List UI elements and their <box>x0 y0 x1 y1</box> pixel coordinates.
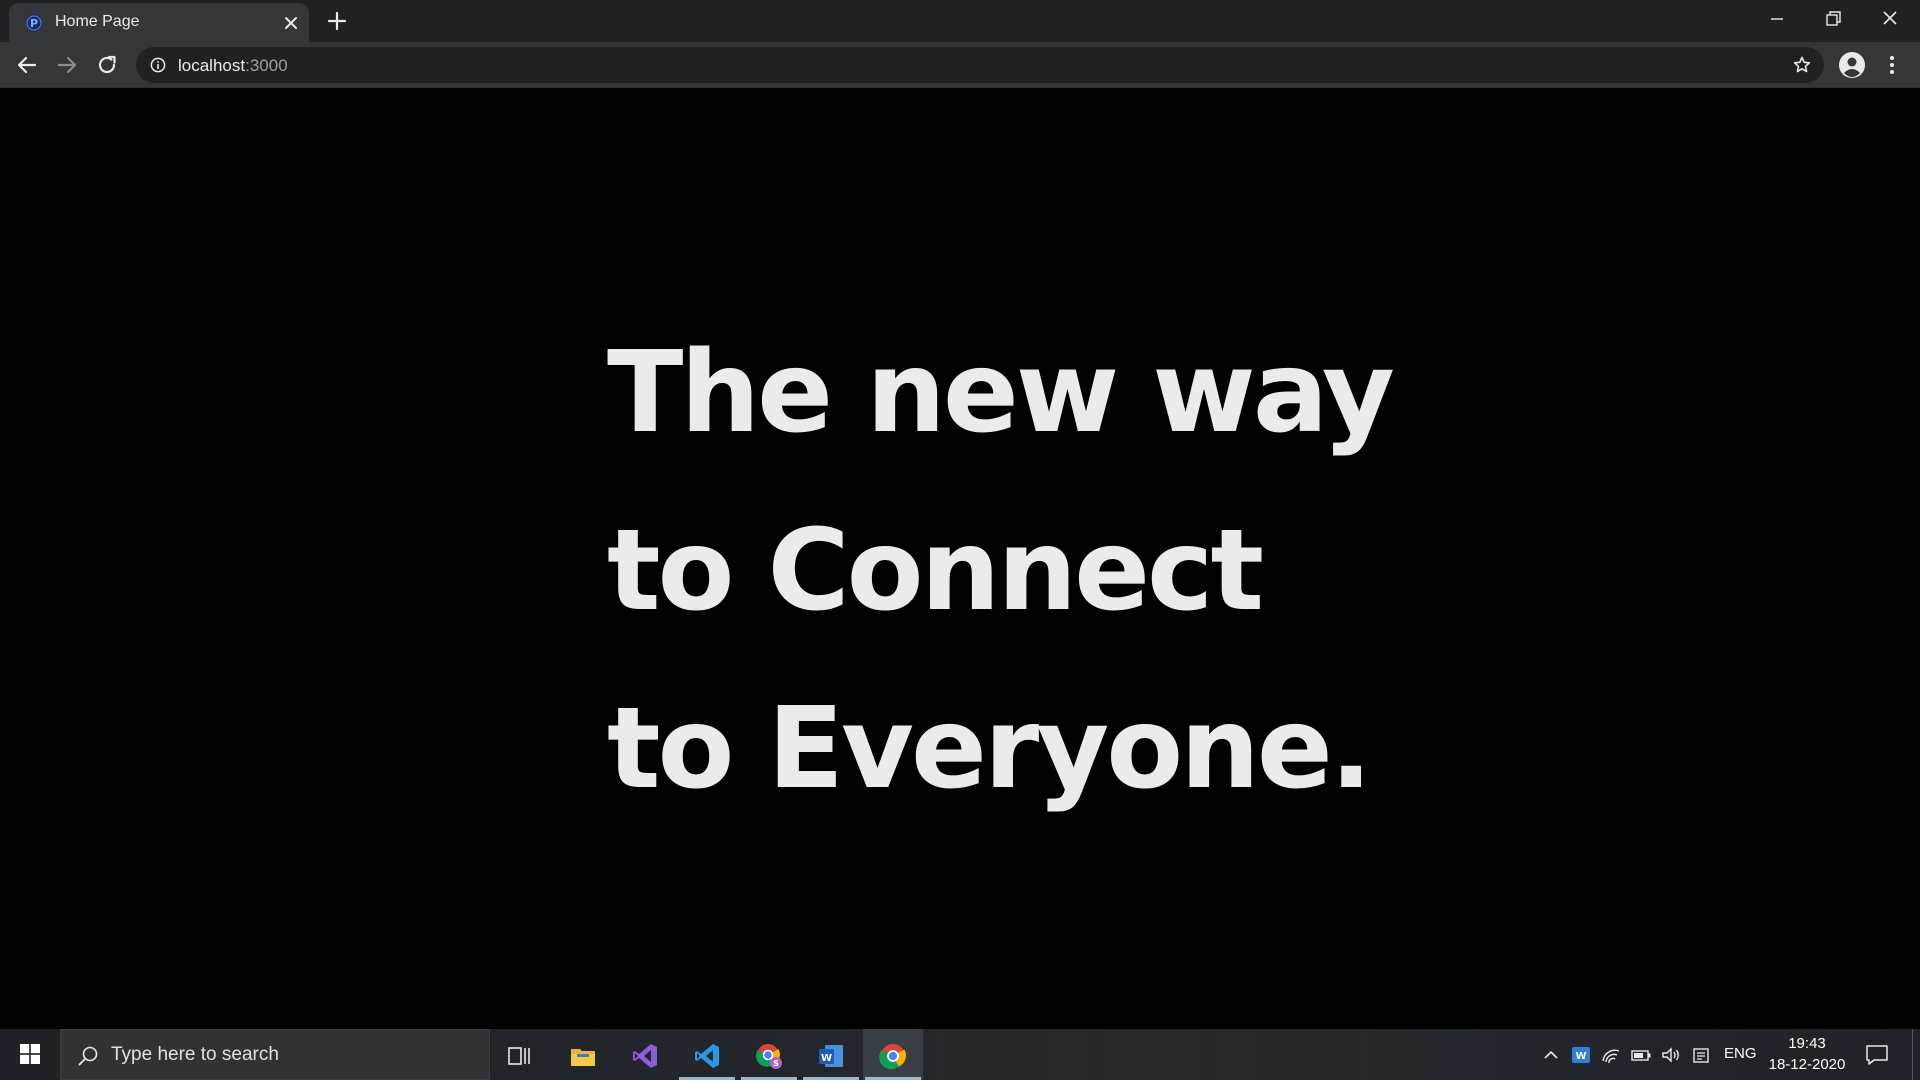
app-tray-icon[interactable]: W <box>1570 1044 1592 1066</box>
close-tab-icon[interactable] <box>282 14 300 32</box>
system-clock[interactable]: 19:43 18-12-2020 <box>1762 1033 1852 1075</box>
word-button[interactable]: W <box>801 1029 861 1080</box>
more-menu-icon[interactable] <box>1880 53 1904 77</box>
close-window-icon[interactable] <box>1873 6 1907 32</box>
input-indicator-icon[interactable] <box>1690 1044 1712 1066</box>
minimize-icon[interactable] <box>1760 6 1794 32</box>
bookmark-star-icon[interactable] <box>1792 55 1812 75</box>
chevron-up-icon[interactable] <box>1540 1044 1562 1066</box>
chrome-profile-icon: S <box>755 1044 782 1069</box>
word-icon: W <box>819 1045 843 1067</box>
windows-taskbar: Type here to search S W W ENG 19:43 18-1… <box>0 1029 1920 1080</box>
browser-tab-strip: P Home Page <box>0 0 1920 42</box>
hero-line-3: to Everyone. <box>607 684 1372 814</box>
chrome-profile-button[interactable]: S <box>739 1029 799 1080</box>
browser-toolbar: localhost:3000 <box>0 42 1920 88</box>
back-arrow-icon[interactable] <box>15 53 39 77</box>
browser-tab-active[interactable]: P Home Page <box>9 3 309 42</box>
svg-text:P: P <box>30 17 38 30</box>
visual-studio-button[interactable] <box>615 1029 675 1080</box>
search-placeholder: Type here to search <box>111 1044 279 1065</box>
volume-icon[interactable] <box>1660 1044 1682 1066</box>
windows-logo-icon <box>20 1044 40 1064</box>
visual-studio-icon <box>633 1044 657 1068</box>
start-button[interactable] <box>0 1029 60 1080</box>
svg-text:S: S <box>773 1059 779 1068</box>
folder-icon <box>571 1049 595 1066</box>
task-view-button[interactable] <box>490 1029 550 1080</box>
svg-text:W: W <box>1575 1051 1586 1062</box>
battery-icon[interactable] <box>1630 1044 1652 1066</box>
chrome-button[interactable] <box>863 1029 923 1080</box>
chrome-icon <box>879 1044 907 1070</box>
language-indicator[interactable]: ENG <box>1724 1045 1757 1062</box>
site-info-icon[interactable] <box>150 57 166 73</box>
task-view-icon <box>508 1047 530 1065</box>
hero-line-1: The new way <box>607 328 1395 458</box>
wifi-icon[interactable] <box>1600 1044 1622 1066</box>
url-text: localhost:3000 <box>178 56 288 76</box>
vscode-icon <box>695 1044 719 1068</box>
notification-icon[interactable] <box>1864 1042 1890 1068</box>
clock-date: 18-12-2020 <box>1768 1056 1846 1073</box>
forward-arrow-icon[interactable] <box>55 53 79 77</box>
show-desktop-button[interactable] <box>1912 1029 1920 1080</box>
url-host: localhost <box>178 56 246 75</box>
tab-title: Home Page <box>55 13 140 30</box>
p-logo-icon: P <box>25 14 43 32</box>
taskbar-search-box[interactable]: Type here to search <box>60 1029 490 1080</box>
profile-avatar-icon[interactable] <box>1838 51 1866 79</box>
clock-time: 19:43 <box>1788 1035 1826 1052</box>
restore-icon[interactable] <box>1816 6 1850 32</box>
vscode-button[interactable] <box>677 1029 737 1080</box>
address-bar[interactable]: localhost:3000 <box>136 47 1824 83</box>
hero-line-2: to Connect <box>607 506 1264 636</box>
hero-headline: The new way to Connect to Everyone. <box>607 304 1395 838</box>
file-explorer-button[interactable] <box>553 1029 613 1080</box>
svg-text:W: W <box>821 1053 832 1064</box>
search-icon <box>78 1046 98 1066</box>
new-tab-icon[interactable] <box>326 10 348 32</box>
page-content: The new way to Connect to Everyone. <box>0 89 1920 1029</box>
url-port: :3000 <box>245 56 288 75</box>
reload-icon[interactable] <box>95 53 119 77</box>
